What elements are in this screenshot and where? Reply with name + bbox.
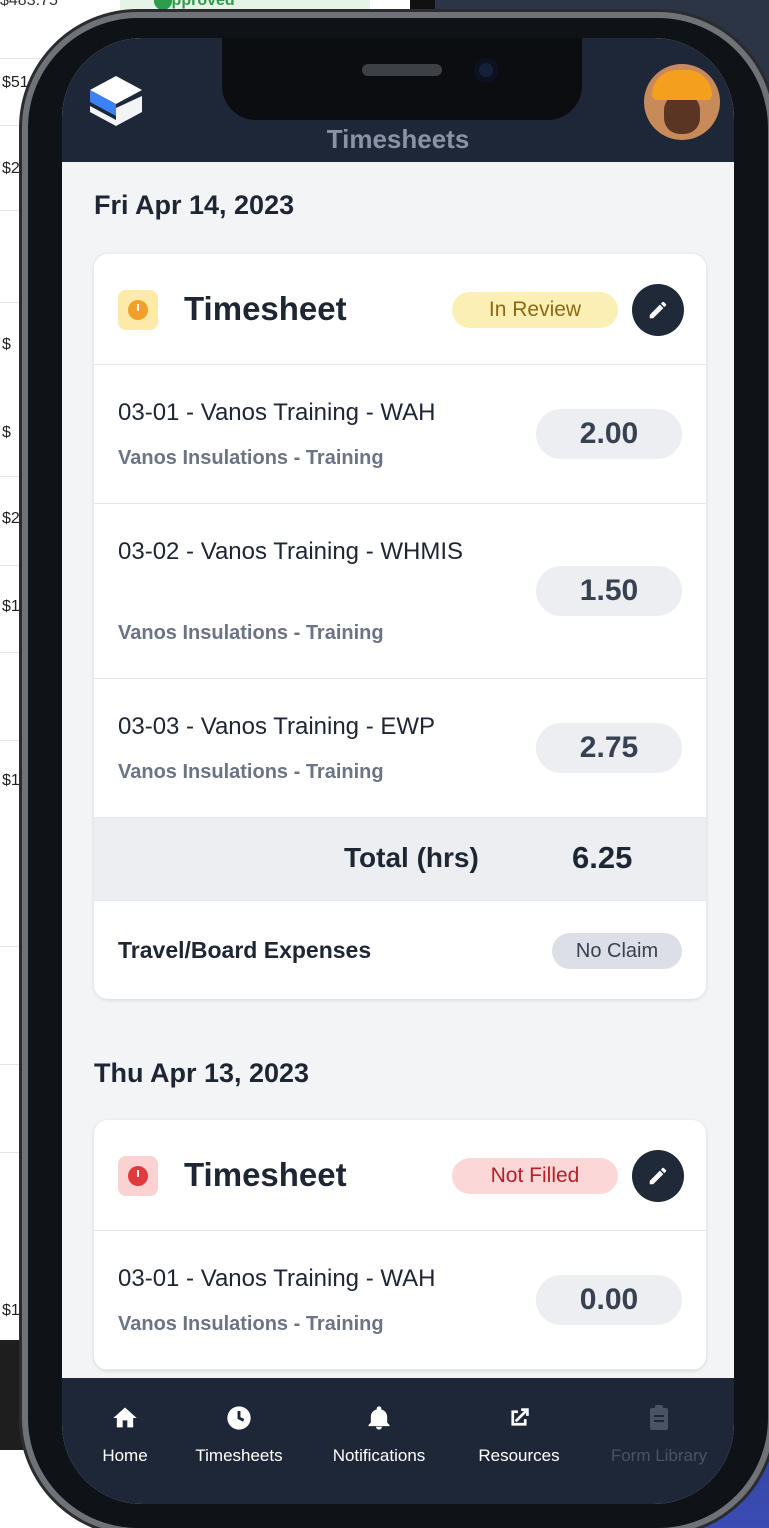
edit-button[interactable]: [632, 1150, 684, 1202]
background-value: $: [2, 336, 11, 353]
clipboard-icon: [596, 1400, 722, 1436]
status-badge: Not Filled: [452, 1158, 618, 1194]
background-value: $2: [2, 510, 20, 527]
background-value: $1: [2, 598, 20, 615]
nav-form-library[interactable]: Form Library: [596, 1400, 722, 1466]
claim-status-badge: No Claim: [552, 933, 682, 969]
day-date: Fri Apr 14, 2023: [94, 190, 295, 220]
line-item-name: 03-01 - Vanos Training - WAH: [118, 399, 436, 426]
phone-notch: [222, 38, 582, 120]
list-item[interactable]: 03-01 - Vanos Training - WAH Vanos Insul…: [94, 1231, 706, 1370]
line-item-company: Vanos Insulations - Training: [118, 622, 384, 644]
expenses-label: Travel/Board Expenses: [118, 937, 372, 963]
line-item-name: 03-01 - Vanos Training - WAH: [118, 1265, 436, 1292]
hard-hat-icon: [652, 70, 712, 100]
speaker-grille: [362, 64, 442, 76]
nav-label: Timesheets: [195, 1446, 283, 1465]
timesheet-card: Timesheet Not Filled 03-01 - Vanos Train…: [94, 1120, 706, 1370]
edit-button[interactable]: [632, 284, 684, 336]
app-header: Timesheets: [62, 38, 734, 162]
card-header: Timesheet Not Filled: [94, 1120, 706, 1231]
day-date: Thu Apr 13, 2023: [94, 1058, 310, 1088]
hours-value: 1.50: [536, 566, 682, 616]
clock-icon: [176, 1400, 302, 1436]
page-title: Timesheets: [326, 124, 470, 154]
background-value: $483.75: [0, 0, 58, 9]
expenses-row[interactable]: Travel/Board Expenses No Claim: [94, 901, 706, 999]
status-badge: In Review: [452, 292, 618, 328]
card-title: Timesheet: [184, 290, 347, 327]
nav-home[interactable]: Home: [62, 1400, 188, 1466]
background-value: $1: [2, 1302, 20, 1319]
timesheet-list[interactable]: Fri Apr 14, 2023 Timesheet In Review 03-…: [62, 162, 734, 1378]
background-value: $2: [2, 160, 20, 177]
line-item-company: Vanos Insulations - Training: [118, 761, 384, 783]
clock-icon: [118, 1156, 158, 1196]
total-value: 6.25: [572, 840, 633, 875]
nav-label: Home: [102, 1446, 148, 1465]
phone-frame: Timesheets Fri Apr 14, 2023 Timesheet In…: [28, 18, 768, 1528]
list-item[interactable]: 03-01 - Vanos Training - WAH Vanos Insul…: [94, 365, 706, 504]
line-item-name: 03-02 - Vanos Training - WHMIS: [118, 538, 464, 565]
nav-notifications[interactable]: Notifications: [316, 1400, 442, 1466]
nav-label: Notifications: [332, 1446, 426, 1465]
list-item[interactable]: 03-03 - Vanos Training - EWP Vanos Insul…: [94, 679, 706, 818]
card-title: Timesheet: [184, 1156, 347, 1193]
app-logo-icon[interactable]: [86, 72, 146, 132]
avatar[interactable]: [644, 64, 720, 140]
timesheet-card: Timesheet In Review 03-01 - Vanos Traini…: [94, 254, 706, 999]
external-link-icon: [456, 1400, 582, 1436]
nav-label: Form Library: [610, 1446, 708, 1465]
nav-resources[interactable]: Resources: [456, 1400, 582, 1466]
line-item-company: Vanos Insulations - Training: [118, 447, 384, 469]
total-label: Total (hrs): [344, 842, 479, 873]
nav-timesheets[interactable]: Timesheets: [176, 1400, 302, 1466]
line-item-name: 03-03 - Vanos Training - EWP: [118, 713, 436, 740]
background-approved-badge: Approved: [120, 0, 370, 16]
hours-value: 0.00: [536, 1275, 682, 1325]
nav-label: Resources: [478, 1446, 560, 1465]
hours-value: 2.00: [536, 409, 682, 459]
bottom-nav: Home Timesheets Notifications Resources: [62, 1378, 734, 1504]
background-value: $: [2, 424, 11, 441]
clock-icon: [118, 290, 158, 330]
bell-icon: [316, 1400, 442, 1436]
pencil-icon: [649, 1167, 667, 1185]
background-value: $51: [2, 74, 29, 91]
pencil-icon: [649, 301, 667, 319]
home-icon: [62, 1400, 188, 1436]
total-row: Total (hrs) 6.25: [94, 818, 706, 901]
camera-icon: [474, 58, 498, 82]
card-header: Timesheet In Review: [94, 254, 706, 365]
hours-value: 2.75: [536, 723, 682, 773]
avatar-face: [664, 94, 700, 134]
background-value: $1: [2, 772, 20, 789]
phone-screen: Timesheets Fri Apr 14, 2023 Timesheet In…: [62, 38, 734, 1504]
list-item[interactable]: 03-02 - Vanos Training - WHMIS Vanos Ins…: [94, 504, 706, 679]
line-item-company: Vanos Insulations - Training: [118, 1313, 384, 1335]
